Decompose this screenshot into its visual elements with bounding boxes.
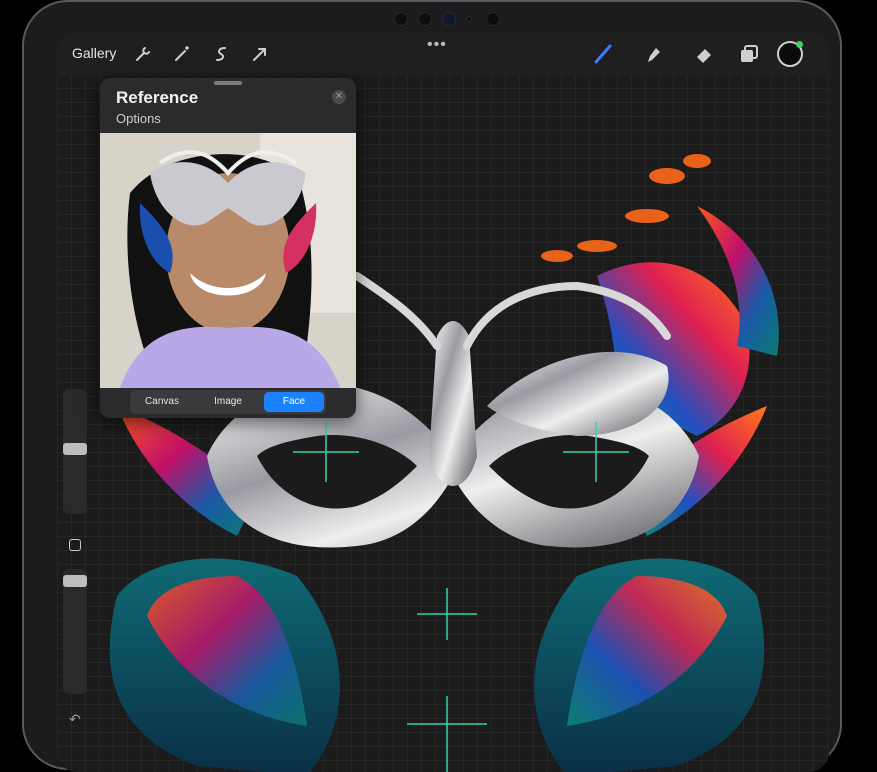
eraser-icon[interactable]	[692, 42, 716, 66]
face-reference-photo	[100, 133, 356, 388]
wrench-icon[interactable]	[133, 44, 153, 64]
options-link[interactable]: Options	[116, 111, 161, 126]
close-icon[interactable]: ✕	[332, 90, 346, 104]
magic-wand-icon[interactable]	[172, 44, 192, 64]
sensor-dot	[418, 12, 432, 26]
opacity-knob[interactable]	[63, 575, 87, 587]
modify-button[interactable]	[69, 539, 81, 551]
camera-lens	[442, 12, 456, 26]
color-picker-icon[interactable]	[777, 41, 803, 67]
top-toolbar: Gallery •••	[57, 32, 829, 76]
sensor-dot	[394, 12, 408, 26]
selection-icon[interactable]	[211, 44, 231, 64]
sensor-dot	[466, 16, 472, 22]
app-screen: Gallery ••• ↶ Reference Options ✕ Canvas…	[57, 32, 829, 772]
gallery-button[interactable]: Gallery	[72, 45, 116, 61]
smudge-icon[interactable]	[642, 42, 666, 66]
tab-image[interactable]: Image	[198, 392, 258, 412]
transform-arrow-icon[interactable]	[250, 44, 270, 64]
sensor-dot	[486, 12, 500, 26]
opacity-slider[interactable]	[63, 569, 87, 694]
tab-canvas[interactable]: Canvas	[132, 392, 192, 412]
reference-panel: Reference Options ✕ Canvas Image Face	[100, 78, 356, 418]
brush-icon[interactable]	[592, 42, 616, 66]
front-camera-bar	[394, 10, 524, 26]
more-options-handle[interactable]: •••	[427, 36, 447, 54]
tab-face[interactable]: Face	[264, 392, 324, 412]
panel-title: Reference	[116, 88, 199, 107]
brush-size-knob[interactable]	[63, 443, 87, 455]
undo-icon[interactable]: ↶	[69, 711, 81, 728]
reference-mode-segmented-control: Canvas Image Face	[130, 390, 326, 414]
ipad-frame: Gallery ••• ↶ Reference Options ✕ Canvas…	[22, 0, 842, 772]
panel-drag-handle[interactable]	[214, 81, 242, 85]
left-sidebar: ↶	[61, 389, 89, 727]
layers-icon[interactable]	[737, 42, 761, 66]
